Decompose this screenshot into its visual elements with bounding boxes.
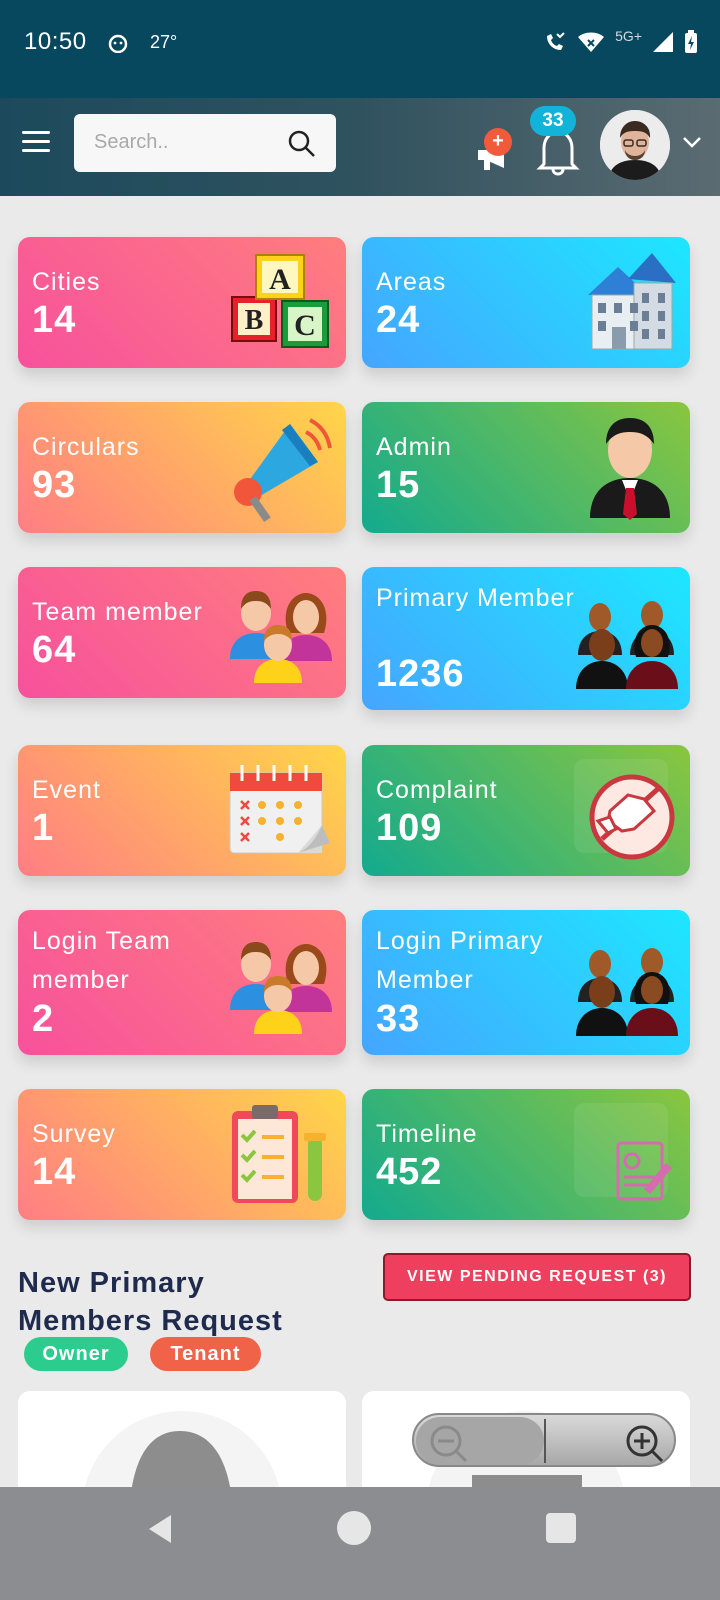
card-admin[interactable]: Admin 15 [362, 402, 690, 533]
card-value: 64 [32, 629, 77, 671]
battery-icon [685, 30, 697, 53]
recents-icon[interactable] [546, 1513, 576, 1543]
card-label: Team member [32, 598, 203, 626]
card-primary-member[interactable]: Primary Member 1236 [362, 567, 690, 710]
system-nav-bar [0, 1487, 720, 1600]
notification-button[interactable]: 33 [530, 106, 586, 178]
family-icon [230, 942, 332, 1034]
card-value: 33 [376, 998, 421, 1040]
card-timeline[interactable]: Timeline 452 [362, 1089, 690, 1220]
wifi-icon [578, 32, 605, 52]
card-value: 109 [376, 807, 443, 849]
group-icon [576, 948, 678, 1036]
card-label: Login Team member [32, 927, 171, 994]
calendar-icon [229, 765, 330, 854]
announcement-button[interactable]: + [474, 120, 522, 176]
card-value: 2 [32, 998, 55, 1040]
search-box[interactable] [74, 114, 336, 172]
chevron-down-icon[interactable] [681, 134, 703, 150]
status-icons: 5G+ [543, 28, 698, 54]
card-value: 1 [32, 807, 55, 849]
announcement-badge: + [484, 128, 512, 156]
profile-photo [600, 110, 670, 180]
avatar[interactable] [600, 110, 670, 180]
card-value: 1236 [376, 653, 465, 695]
card-cities[interactable]: Cities 14 B C A [18, 237, 346, 368]
card-label: Login Primary Member [376, 927, 544, 994]
back-icon[interactable] [145, 1513, 175, 1545]
card-label: Cities [32, 268, 101, 296]
card-label: Circulars [32, 433, 140, 461]
card-survey[interactable]: Survey 14 [18, 1089, 346, 1220]
card-value: 15 [376, 464, 421, 506]
card-login-team-member[interactable]: Login Team member 2 [18, 910, 346, 1055]
weather-icon [108, 34, 128, 53]
notification-count-badge: 33 [530, 106, 576, 136]
card-complaint[interactable]: Complaint 109 [362, 745, 690, 876]
status-bar: 10:50 27° 5G+ [0, 0, 720, 98]
card-value: 24 [376, 299, 421, 341]
complaint-handshake-icon [574, 759, 675, 860]
svg-text:A: A [269, 263, 291, 296]
card-label: Primary Member [376, 584, 575, 612]
member-request-card[interactable] [18, 1391, 346, 1501]
zoom-control[interactable] [412, 1413, 676, 1467]
group-icon [576, 601, 678, 689]
view-pending-request-button[interactable]: VIEW PENDING REQUEST (3) [383, 1253, 691, 1301]
building-icon [588, 253, 676, 350]
search-icon[interactable] [288, 130, 316, 158]
card-label: Event [32, 776, 101, 804]
zoom-buttons [416, 1417, 664, 1465]
card-value: 14 [32, 299, 77, 341]
card-label: Areas [376, 268, 447, 296]
wifi-calling-icon [547, 32, 565, 50]
admin-user-icon [590, 418, 670, 520]
app-bar: + 33 [0, 98, 720, 196]
filter-chip-owner[interactable]: Owner [24, 1337, 128, 1371]
document-sign-icon [574, 1103, 672, 1201]
svg-text:C: C [294, 309, 316, 342]
card-circulars[interactable]: Circulars 93 [18, 402, 346, 533]
card-value: 14 [32, 1151, 77, 1193]
card-label: Survey [32, 1120, 116, 1148]
home-icon[interactable] [337, 1511, 371, 1545]
card-areas[interactable]: Areas 24 [362, 237, 690, 368]
card-label: Admin [376, 433, 452, 461]
signal-icon [653, 32, 673, 52]
status-time: 10:50 [24, 28, 87, 55]
card-label: Complaint [376, 776, 498, 804]
filter-chip-tenant[interactable]: Tenant [150, 1337, 261, 1371]
abc-blocks-icon: B C A [231, 254, 329, 348]
card-team-member[interactable]: Team member 64 [18, 567, 346, 698]
zoom-in-icon [626, 1425, 664, 1463]
family-icon [230, 591, 332, 683]
svg-text:B: B [245, 305, 264, 336]
card-login-primary-member[interactable]: Login Primary Member 33 [362, 910, 690, 1055]
card-value: 93 [32, 464, 77, 506]
card-value: 452 [376, 1151, 443, 1193]
megaphone-icon [234, 418, 332, 522]
clipboard-icon [232, 1105, 326, 1203]
hamburger-menu-icon[interactable] [22, 131, 50, 155]
network-type: 5G+ [615, 28, 642, 44]
member-avatar-placeholder [82, 1411, 282, 1501]
card-event[interactable]: Event 1 [18, 745, 346, 876]
card-label: Timeline [376, 1120, 478, 1148]
search-input[interactable] [94, 131, 284, 154]
status-temperature: 27° [150, 32, 178, 52]
section-title: New Primary Members Request [18, 1267, 283, 1337]
